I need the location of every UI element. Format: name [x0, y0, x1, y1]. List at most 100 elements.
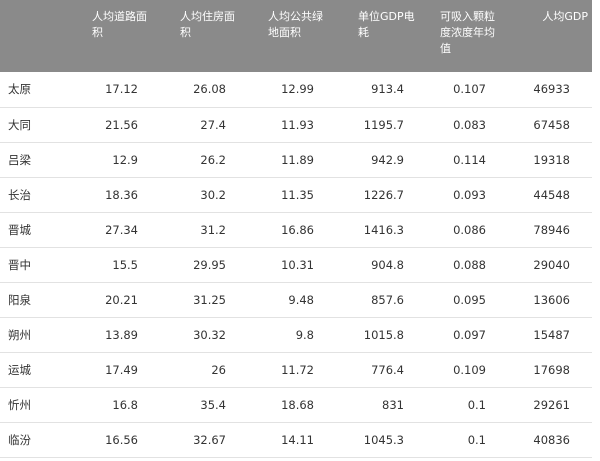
header-gdp-power: 单位GDP电耗 [336, 0, 426, 72]
cell-gdp-power: 1416.3 [336, 212, 426, 248]
cell-gdp-power: 904.8 [336, 247, 426, 283]
cell-green-area: 11.72 [248, 352, 336, 388]
cell-road-area: 12.9 [72, 142, 160, 178]
cell-gdp-per-capita: 13606 [508, 282, 592, 318]
cell-housing-area: 29.95 [160, 247, 248, 283]
cell-gdp-power: 776.4 [336, 352, 426, 388]
cell-city: 临汾 [0, 422, 72, 458]
header-road-area: 人均道路面积 [72, 0, 160, 72]
cell-gdp-power: 1045.3 [336, 422, 426, 458]
cell-city: 晋城 [0, 212, 72, 248]
cell-green-area: 12.99 [248, 72, 336, 108]
cell-particulate: 0.093 [426, 177, 508, 213]
cell-green-area: 11.35 [248, 177, 336, 213]
table-row: 朔州 13.89 30.32 9.8 1015.8 0.097 15487 [0, 317, 592, 353]
cell-road-area: 16.56 [72, 422, 160, 458]
header-gdp-per-capita: 人均GDP [508, 0, 592, 72]
cell-road-area: 20.21 [72, 282, 160, 318]
cell-road-area: 27.34 [72, 212, 160, 248]
cell-city: 阳泉 [0, 282, 72, 318]
cell-road-area: 13.89 [72, 317, 160, 353]
cell-particulate: 0.114 [426, 142, 508, 178]
cell-green-area: 14.11 [248, 422, 336, 458]
table-body: 太原 17.12 26.08 12.99 913.4 0.107 46933 大同 21.56 2… [0, 72, 592, 458]
cell-particulate: 0.088 [426, 247, 508, 283]
cell-gdp-per-capita: 17698 [508, 352, 592, 388]
cell-city: 大同 [0, 107, 72, 143]
cell-gdp-power: 1195.7 [336, 107, 426, 143]
cell-city: 运城 [0, 352, 72, 388]
cell-green-area: 9.8 [248, 317, 336, 353]
cell-green-area: 10.31 [248, 247, 336, 283]
cell-city: 朔州 [0, 317, 72, 353]
cell-road-area: 17.49 [72, 352, 160, 388]
table-row: 阳泉 20.21 31.25 9.48 857.6 0.095 13606 [0, 282, 592, 318]
header-gdp-per-capita-label: 人均GDP [542, 10, 588, 23]
header-housing-area: 人均住房面积 [160, 0, 248, 72]
cell-green-area: 11.93 [248, 107, 336, 143]
header-gdp-power-label: 单位GDP电耗 [358, 10, 415, 39]
cell-housing-area: 31.2 [160, 212, 248, 248]
page: 人均道路面积 人均住房面积 人均公共绿地面积 单位GDP电耗 可吸入颗粒度浓度年… [0, 0, 592, 461]
table-header: 人均道路面积 人均住房面积 人均公共绿地面积 单位GDP电耗 可吸入颗粒度浓度年… [0, 0, 592, 72]
cell-gdp-power: 942.9 [336, 142, 426, 178]
cell-gdp-per-capita: 40836 [508, 422, 592, 458]
cell-gdp-power: 857.6 [336, 282, 426, 318]
cell-gdp-per-capita: 19318 [508, 142, 592, 178]
table-row: 吕梁 12.9 26.2 11.89 942.9 0.114 19318 [0, 142, 592, 178]
cell-road-area: 17.12 [72, 72, 160, 108]
cell-gdp-per-capita: 29040 [508, 247, 592, 283]
cell-particulate: 0.095 [426, 282, 508, 318]
cell-green-area: 9.48 [248, 282, 336, 318]
table-row: 运城 17.49 26 11.72 776.4 0.109 17698 [0, 352, 592, 388]
cell-gdp-per-capita: 46933 [508, 72, 592, 108]
header-city [0, 0, 72, 72]
cell-particulate: 0.086 [426, 212, 508, 248]
header-green-area: 人均公共绿地面积 [248, 0, 336, 72]
cell-green-area: 11.89 [248, 142, 336, 178]
cell-housing-area: 26.08 [160, 72, 248, 108]
cell-housing-area: 27.4 [160, 107, 248, 143]
cell-particulate: 0.107 [426, 72, 508, 108]
cell-housing-area: 30.32 [160, 317, 248, 353]
cell-housing-area: 32.67 [160, 422, 248, 458]
cell-gdp-power: 831 [336, 387, 426, 423]
header-green-area-label: 人均公共绿地面积 [268, 10, 323, 39]
header-particulate: 可吸入颗粒度浓度年均值 [426, 0, 508, 72]
cell-housing-area: 31.25 [160, 282, 248, 318]
cell-housing-area: 35.4 [160, 387, 248, 423]
cell-gdp-power: 1015.8 [336, 317, 426, 353]
cell-housing-area: 26.2 [160, 142, 248, 178]
cell-particulate: 0.1 [426, 422, 508, 458]
cell-gdp-power: 1226.7 [336, 177, 426, 213]
cell-particulate: 0.097 [426, 317, 508, 353]
header-row: 人均道路面积 人均住房面积 人均公共绿地面积 单位GDP电耗 可吸入颗粒度浓度年… [0, 0, 592, 72]
table-row: 长治 18.36 30.2 11.35 1226.7 0.093 44548 [0, 177, 592, 213]
cell-green-area: 16.86 [248, 212, 336, 248]
cell-road-area: 18.36 [72, 177, 160, 213]
table-row: 忻州 16.8 35.4 18.68 831 0.1 29261 [0, 387, 592, 423]
cell-city: 吕梁 [0, 142, 72, 178]
cell-road-area: 21.56 [72, 107, 160, 143]
cell-city: 忻州 [0, 387, 72, 423]
cell-gdp-per-capita: 78946 [508, 212, 592, 248]
table-row: 大同 21.56 27.4 11.93 1195.7 0.083 67458 [0, 107, 592, 143]
cell-road-area: 16.8 [72, 387, 160, 423]
cell-gdp-per-capita: 44548 [508, 177, 592, 213]
header-road-area-label: 人均道路面积 [92, 10, 147, 39]
cell-gdp-per-capita: 29261 [508, 387, 592, 423]
cell-city: 长治 [0, 177, 72, 213]
cell-green-area: 18.68 [248, 387, 336, 423]
cell-gdp-per-capita: 67458 [508, 107, 592, 143]
cell-road-area: 15.5 [72, 247, 160, 283]
cell-particulate: 0.083 [426, 107, 508, 143]
cell-housing-area: 30.2 [160, 177, 248, 213]
cell-gdp-power: 913.4 [336, 72, 426, 108]
table-row: 临汾 16.56 32.67 14.11 1045.3 0.1 40836 [0, 422, 592, 458]
header-particulate-label: 可吸入颗粒度浓度年均值 [440, 10, 495, 55]
table-row: 晋城 27.34 31.2 16.86 1416.3 0.086 78946 [0, 212, 592, 248]
table-row: 太原 17.12 26.08 12.99 913.4 0.107 46933 [0, 72, 592, 108]
cell-particulate: 0.1 [426, 387, 508, 423]
cell-city: 太原 [0, 72, 72, 108]
cell-city: 晋中 [0, 247, 72, 283]
